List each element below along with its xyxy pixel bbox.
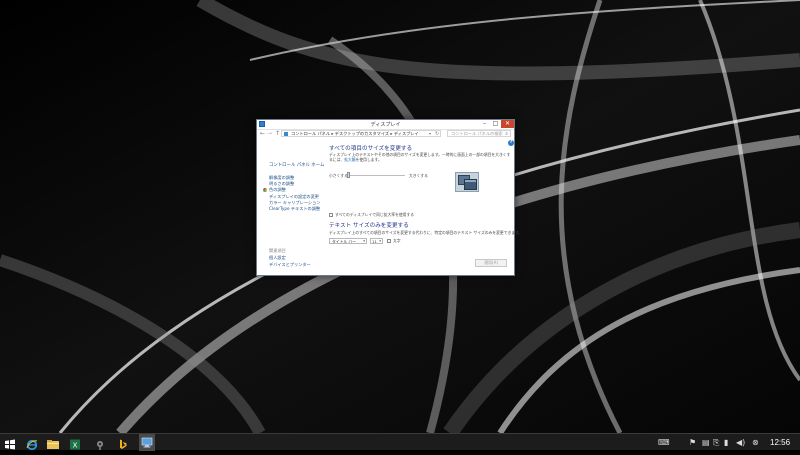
see-also-label: 関連項目 [269, 248, 286, 253]
sidebar-link-cleartype[interactable]: ClearType テキストの調整 [269, 206, 320, 212]
svg-text:X: X [73, 442, 78, 450]
text-item-select[interactable]: タイトル バー ▾ [329, 238, 367, 244]
volume-icon[interactable]: ◀) [736, 437, 745, 448]
font-size-select[interactable]: 11 ▾ [370, 238, 383, 244]
file-explorer-button[interactable] [46, 436, 60, 449]
slider-small-label: 小さくする [329, 173, 348, 178]
action-center-flag-icon[interactable]: ⚑ [689, 437, 696, 448]
internet-explorer-icon [26, 439, 38, 451]
slider-large-label: 大きくする [409, 173, 428, 178]
taskbar: X ⌨ ⚑ ▤ ⎘ ▮ ◀) ⊗ 12:56 [0, 433, 800, 451]
same-scale-label[interactable]: すべてのディスプレイで同じ拡大率を使用する [335, 212, 414, 218]
sidebar-link-personalize[interactable]: 個人設定 [269, 255, 286, 261]
title-bar[interactable]: ディスプレイ – □ ✕ [257, 120, 514, 130]
desktop: ディスプレイ – □ ✕ ← → ↑ コントロール パネル ▸ デスクトップのカ… [0, 0, 800, 433]
control-panel-icon [284, 132, 288, 136]
minimize-button[interactable]: – [479, 120, 490, 128]
bold-checkbox[interactable] [387, 239, 391, 243]
excel-icon: X [70, 439, 80, 450]
magnifier-link[interactable]: 拡大鏡 [344, 157, 355, 162]
minimize-icon: – [483, 120, 486, 127]
text-size-heading: テキスト サイズのみを変更する [329, 223, 409, 229]
preview-window-titlebar [465, 180, 476, 182]
battery-icon[interactable]: ▮ [724, 437, 728, 448]
tool-app-button[interactable] [94, 436, 106, 450]
sidebar: コントロール パネル ホーム 解像度の調整 明るさの調整 色の調整 ディスプレイ… [257, 139, 327, 275]
main-panel: すべての項目のサイズを変更する ディスプレイ上のテキストやその他の項目のサイズを… [329, 139, 523, 275]
tool-icon [97, 441, 103, 450]
chevron-down-icon: ▾ [363, 239, 365, 243]
folder-icon [47, 440, 59, 449]
sidebar-link-color[interactable]: 色の調整 [269, 187, 286, 193]
address-field[interactable]: コントロール パネル ▸ デスクトップのカスタマイズ ▸ ディスプレイ ▾ ↻ [281, 130, 441, 137]
address-bar: ← → ↑ コントロール パネル ▸ デスクトップのカスタマイズ ▸ ディスプレ… [257, 130, 514, 138]
search-input[interactable]: コントロール パネルの検索 ⌕ [447, 130, 511, 137]
internet-explorer-button[interactable] [26, 436, 38, 451]
control-panel-home-link[interactable]: コントロール パネル ホーム [269, 162, 324, 168]
control-panel-icon [141, 437, 153, 448]
window-title: ディスプレイ [370, 122, 401, 128]
close-icon: ✕ [504, 120, 511, 127]
chevron-down-icon[interactable]: ▾ [429, 131, 431, 137]
control-panel-taskbar-button[interactable] [139, 434, 155, 451]
forward-arrow-icon[interactable]: → [267, 130, 272, 138]
color-wheel-icon [263, 188, 267, 192]
search-icon[interactable]: ⌕ [505, 131, 508, 137]
chevron-down-icon: ▾ [379, 239, 381, 243]
resize-all-description: ディスプレイ上のテキストやその他の項目のサイズを変更します。一時的に画面上の一部… [329, 152, 511, 162]
apply-button[interactable]: 適用(A) [475, 259, 507, 267]
bing-icon [120, 439, 127, 449]
sidebar-link-devices-printers[interactable]: デバイスとプリンター [269, 262, 311, 268]
font-size-select-value: 11 [372, 239, 377, 244]
maximize-icon: □ [492, 120, 499, 127]
breadcrumb[interactable]: コントロール パネル ▸ デスクトップのカスタマイズ ▸ ディスプレイ [291, 131, 419, 137]
resize-all-text-tail: を使用します。 [355, 157, 382, 162]
excel-button[interactable]: X [69, 436, 81, 450]
text-size-description: ディスプレイ上のすべての項目のサイズを変更する代わりに、特定の項目のテキスト サ… [329, 230, 523, 235]
network-icon[interactable]: ▤ [702, 437, 710, 448]
text-item-select-value: タイトル バー [332, 239, 356, 244]
display-window: ディスプレイ – □ ✕ ← → ↑ コントロール パネル ▸ デスクトップのカ… [256, 119, 523, 276]
size-slider-track[interactable] [347, 175, 405, 176]
start-button[interactable] [4, 436, 16, 450]
display-preview-image [455, 172, 479, 192]
same-scale-checkbox[interactable] [329, 213, 333, 217]
windows-logo-icon [5, 439, 15, 450]
clock[interactable]: 12:56 [770, 437, 790, 448]
resize-all-heading: すべての項目のサイズを変更する [329, 146, 413, 152]
up-arrow-icon[interactable]: ↑ [275, 130, 280, 138]
bing-button[interactable] [117, 436, 129, 449]
maximize-button[interactable]: □ [490, 120, 501, 128]
keyboard-icon[interactable]: ⌨ [658, 437, 670, 448]
refresh-icon[interactable]: ↻ [435, 131, 439, 137]
close-button[interactable]: ✕ [501, 120, 514, 128]
search-placeholder: コントロール パネルの検索 [451, 131, 503, 136]
bold-label[interactable]: 太字 [393, 238, 401, 243]
size-slider-thumb[interactable] [347, 172, 350, 178]
back-arrow-icon[interactable]: ← [260, 130, 265, 138]
device-icon[interactable]: ⎘ [713, 437, 719, 448]
preview-window-front [464, 179, 477, 190]
close-circle-icon[interactable]: ⊗ [752, 437, 759, 448]
